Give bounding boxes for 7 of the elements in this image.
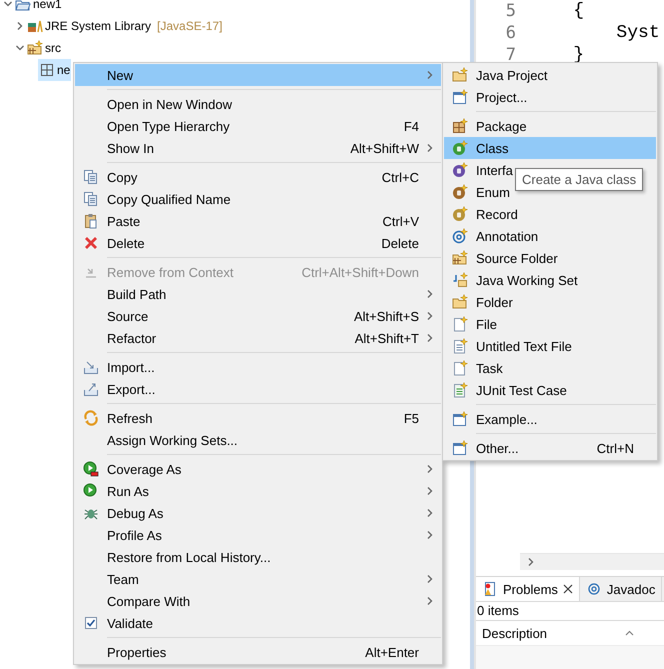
item-count: 0 items	[476, 602, 520, 620]
line-number: 5	[506, 0, 516, 22]
code-line: Syst	[615, 22, 661, 44]
line-number: 7	[506, 44, 516, 66]
line-number: 6	[506, 22, 516, 44]
tooltip: Create a Java class	[515, 168, 644, 191]
code-line: {	[572, 0, 586, 22]
